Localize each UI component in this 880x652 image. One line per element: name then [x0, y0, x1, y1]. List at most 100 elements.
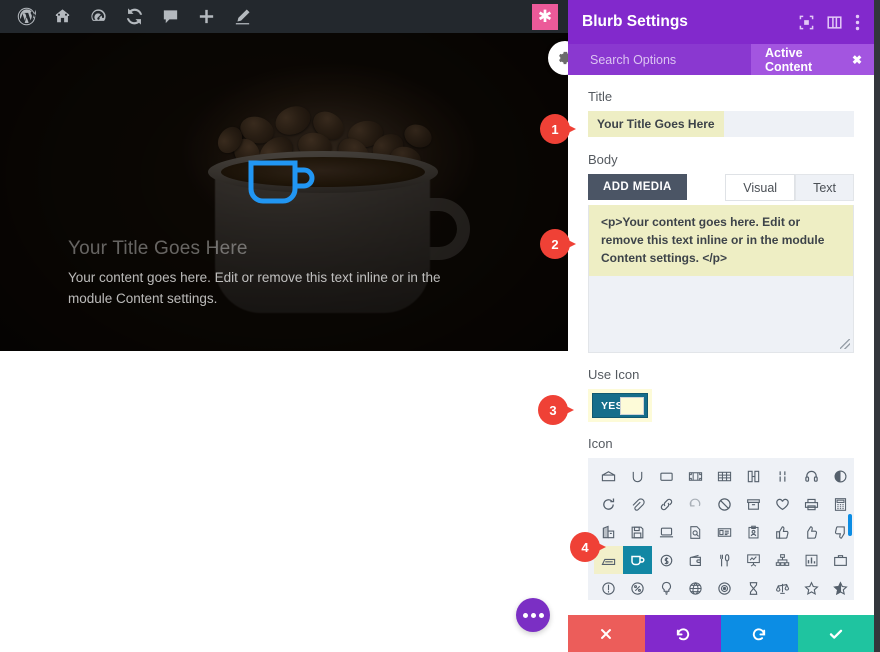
rotate-arc-icon[interactable]: [681, 490, 710, 518]
add-media-button[interactable]: ADD MEDIA: [588, 174, 687, 200]
floppy-save-icon[interactable]: [623, 518, 652, 546]
panel-header: Blurb Settings: [568, 0, 874, 44]
title-input-value: Your Title Goes Here: [588, 111, 724, 137]
dashboard-speedometer-icon[interactable]: [80, 0, 116, 33]
icon-picker[interactable]: [588, 458, 854, 600]
briefcase-icon[interactable]: [826, 546, 854, 574]
page-preview: Your Title Goes Here Your content goes h…: [0, 33, 568, 652]
archive-box-icon[interactable]: [739, 490, 768, 518]
printer-icon[interactable]: [797, 490, 826, 518]
wallet-icon[interactable]: [681, 546, 710, 574]
home-icon[interactable]: [44, 0, 80, 33]
icon-grid: [594, 462, 848, 600]
focus-target-icon[interactable]: [799, 15, 814, 30]
active-content-filter[interactable]: Active Content ✖: [751, 44, 874, 75]
target-circle-icon[interactable]: [710, 574, 739, 600]
paperclip-icon[interactable]: [623, 490, 652, 518]
link-chain-icon[interactable]: [652, 490, 681, 518]
bucket-icon[interactable]: [623, 462, 652, 490]
use-icon-toggle-wrapper: YES: [588, 389, 652, 422]
wp-admin-bar: ✱: [0, 0, 568, 33]
undo-button[interactable]: [644, 615, 721, 652]
icon-grid-scrollbar[interactable]: [848, 514, 852, 536]
title-field-label: Title: [588, 89, 613, 104]
panel-layout-icon[interactable]: [827, 15, 842, 30]
star-outline-icon[interactable]: [797, 574, 826, 600]
hourglass-icon[interactable]: [739, 574, 768, 600]
blurb-preview-body: Your content goes here. Edit or remove t…: [68, 270, 441, 306]
body-toolbar: ADD MEDIA Visual Text: [588, 174, 854, 201]
utensils-icon[interactable]: [710, 546, 739, 574]
editor-resize-handle[interactable]: [840, 339, 850, 349]
plus-new-icon[interactable]: [188, 0, 224, 33]
envelope-open-icon[interactable]: [594, 462, 623, 490]
preview-blank-area: [0, 351, 568, 652]
coffee-cup-icon[interactable]: [623, 546, 652, 574]
tab-text[interactable]: Text: [795, 174, 854, 201]
asterisk-icon[interactable]: ✱: [532, 3, 558, 30]
bar-chart-icon[interactable]: [797, 546, 826, 574]
blurb-text-block: Your Title Goes Here Your content goes h…: [68, 238, 488, 310]
block-forbidden-icon[interactable]: [710, 490, 739, 518]
headphones-icon[interactable]: [797, 462, 826, 490]
film-strip-icon[interactable]: [681, 462, 710, 490]
comment-bubble-icon[interactable]: [152, 0, 188, 33]
sitemap-icon[interactable]: [768, 546, 797, 574]
exclamation-circle-icon[interactable]: [594, 574, 623, 600]
wordpress-logo-icon[interactable]: [8, 0, 44, 33]
callout-marker-3: 3: [538, 395, 574, 427]
pencil-edit-icon[interactable]: [224, 0, 260, 33]
hero-section: Your Title Goes Here Your content goes h…: [0, 33, 568, 351]
balance-scale-icon[interactable]: [768, 574, 797, 600]
marker-number: 4: [570, 532, 600, 562]
panel-action-bar: [568, 615, 874, 652]
use-icon-label: Use Icon: [588, 367, 640, 382]
update-refresh-icon[interactable]: [116, 0, 152, 33]
thumbs-up-icon[interactable]: [797, 518, 826, 546]
chopsticks-icon[interactable]: [768, 462, 797, 490]
save-button[interactable]: [797, 615, 874, 652]
screen: ✱ Your Title Goes Here Your content goes…: [0, 0, 880, 652]
star-half-icon[interactable]: [826, 574, 854, 600]
globe-icon[interactable]: [681, 574, 710, 600]
use-icon-toggle-value: YES: [601, 399, 623, 412]
tab-visual[interactable]: Visual: [725, 174, 796, 201]
marker-number: 3: [538, 395, 568, 425]
page-title: Blurb Settings: [582, 13, 688, 30]
rectangle-icon[interactable]: [652, 462, 681, 490]
laptop-icon[interactable]: [652, 518, 681, 546]
dollar-coin-icon[interactable]: [652, 546, 681, 574]
ellipsis-icon[interactable]: [516, 598, 550, 632]
lightbulb-icon[interactable]: [652, 574, 681, 600]
panel-search-bar: Active Content ✖: [568, 44, 874, 75]
search-input[interactable]: [568, 52, 751, 67]
close-x-icon[interactable]: ✖: [852, 53, 862, 67]
more-vertical-icon[interactable]: [855, 14, 860, 31]
clipboard-portrait-icon[interactable]: [739, 518, 768, 546]
marker-number: 2: [540, 229, 570, 259]
moon-phase-icon[interactable]: [826, 462, 854, 490]
body-editor[interactable]: <p>Your content goes here. Edit or remov…: [588, 205, 854, 353]
redo-button[interactable]: [721, 615, 798, 652]
percent-circle-icon[interactable]: [623, 574, 652, 600]
callout-marker-2: 2: [540, 229, 576, 261]
thumbs-up-outline-icon[interactable]: [768, 518, 797, 546]
coffee-cup-icon: [246, 153, 318, 211]
body-editor-value: <p>Your content goes here. Edit or remov…: [589, 205, 853, 276]
id-card-icon[interactable]: [710, 518, 739, 546]
use-icon-toggle[interactable]: YES: [592, 393, 648, 418]
title-input[interactable]: Your Title Goes Here: [588, 111, 854, 137]
panel-header-icons: [799, 14, 860, 31]
refresh-cw-icon[interactable]: [594, 490, 623, 518]
panel-body: Title Your Title Goes Here Body ADD MEDI…: [568, 75, 874, 615]
grid-table-icon[interactable]: [710, 462, 739, 490]
blurb-preview-title: Your Title Goes Here: [68, 238, 248, 259]
blurb-settings-panel: Blurb Settings Search Options Active Con…: [568, 0, 880, 652]
heart-icon[interactable]: [768, 490, 797, 518]
cancel-button[interactable]: [568, 615, 645, 652]
callout-marker-1: 1: [540, 114, 576, 146]
book-open-icon[interactable]: [739, 462, 768, 490]
active-content-label: Active Content: [765, 45, 813, 74]
presentation-board-icon[interactable]: [739, 546, 768, 574]
document-search-icon[interactable]: [681, 518, 710, 546]
